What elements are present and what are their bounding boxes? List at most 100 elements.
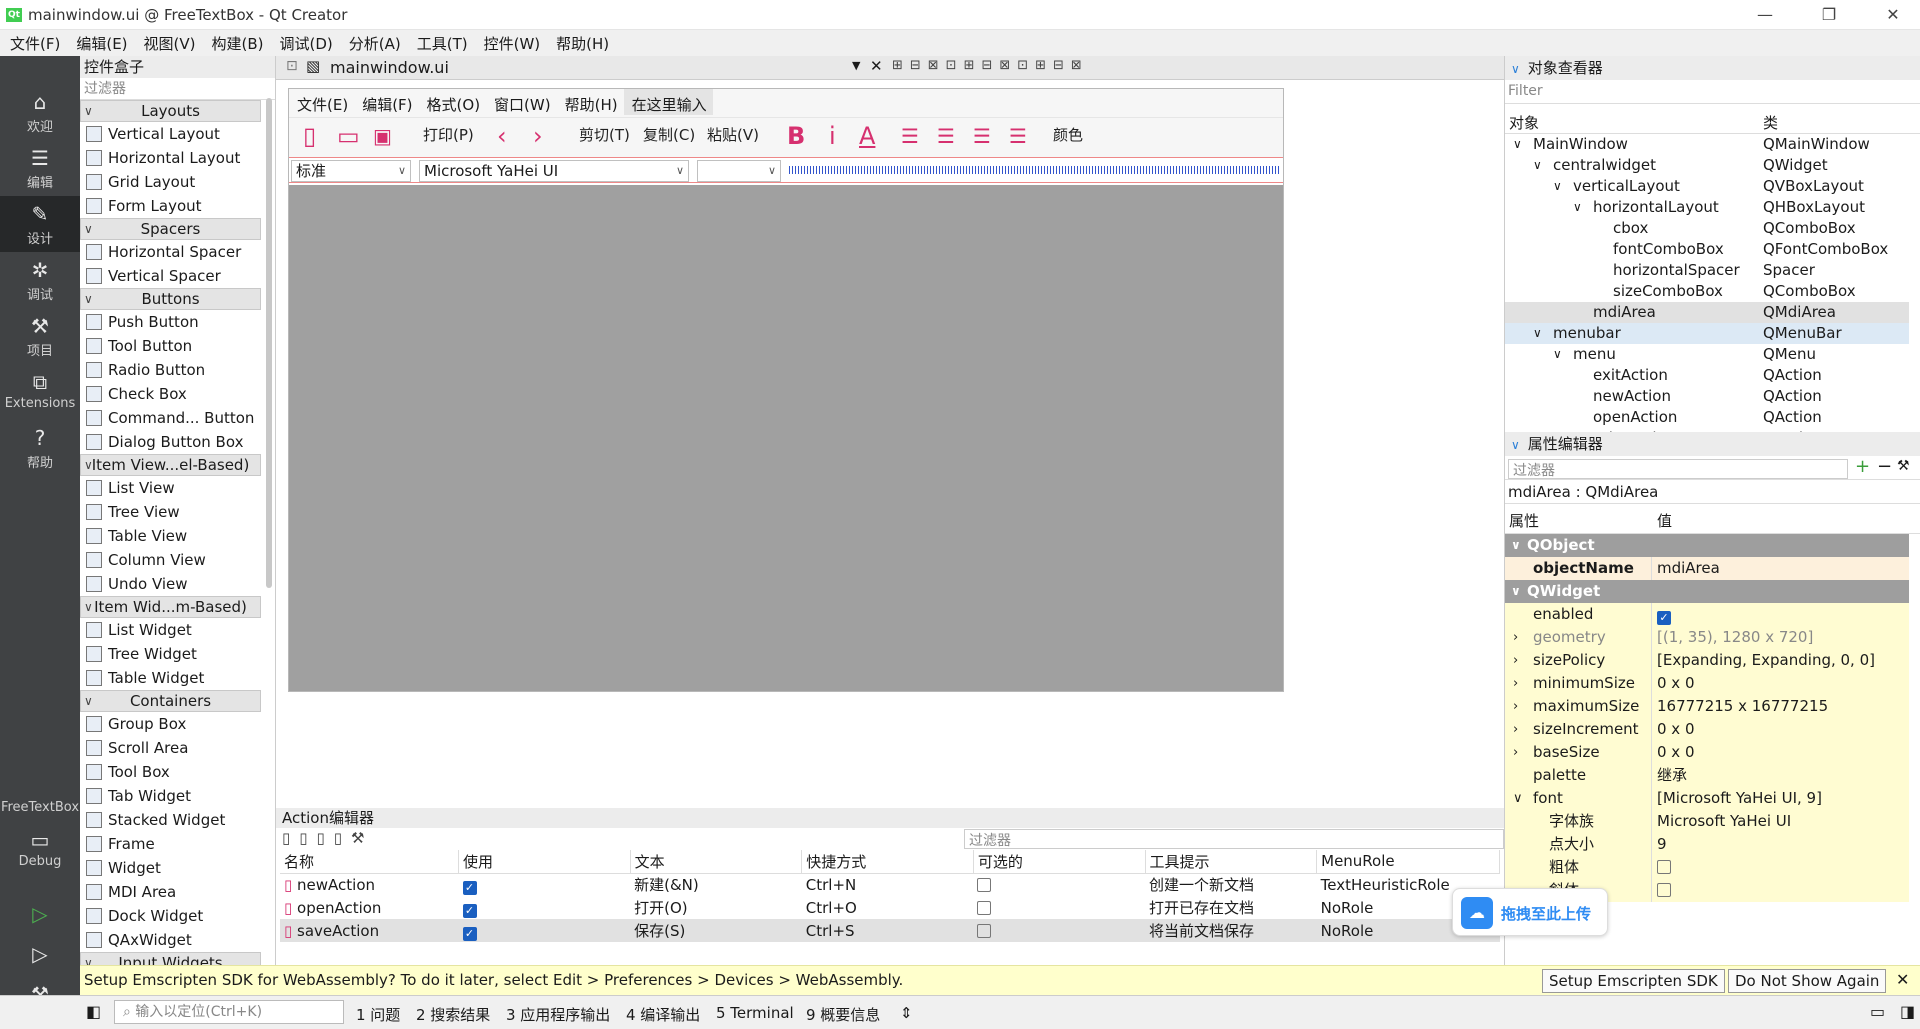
- property-row[interactable]: › sizePolicy [Expanding, Expanding, 0, 0]: [1505, 649, 1909, 672]
- widget-item[interactable]: Tool Button: [80, 334, 261, 358]
- widget-item[interactable]: Tool Box: [80, 760, 261, 784]
- upload-widget[interactable]: ☁ 拖拽至此上传: [1452, 888, 1608, 936]
- widget-item[interactable]: List Widget: [80, 618, 261, 642]
- tab-app-output[interactable]: 3 应用程序输出: [506, 1004, 610, 1025]
- widget-category[interactable]: ∨ Containers: [80, 690, 261, 712]
- widget-item[interactable]: Vertical Spacer: [80, 264, 261, 288]
- widget-item[interactable]: Tree Widget: [80, 642, 261, 666]
- widget-item[interactable]: Stacked Widget: [80, 808, 261, 832]
- minimize-button[interactable]: —: [1742, 0, 1788, 30]
- expand-arrow-icon[interactable]: ∨: [1573, 197, 1582, 218]
- property-row[interactable]: › sizeIncrement 0 x 0: [1505, 718, 1909, 741]
- do-not-show-button[interactable]: Do Not Show Again: [1728, 969, 1887, 993]
- align-center-icon[interactable]: ☰: [937, 122, 955, 150]
- widget-item[interactable]: Frame: [80, 832, 261, 856]
- mode-debug[interactable]: ✲ 调试: [0, 252, 80, 308]
- property-row[interactable]: 字体族 Microsoft YaHei UI: [1505, 810, 1909, 833]
- form-menu-help[interactable]: 帮助(H): [557, 89, 624, 115]
- widget-item[interactable]: List View: [80, 476, 261, 500]
- property-checkbox[interactable]: [1657, 883, 1671, 897]
- open-folder-icon[interactable]: ▭: [337, 122, 360, 150]
- widget-category[interactable]: ∨ Item Wid...m-Based): [80, 596, 261, 618]
- tab-search-results[interactable]: 2 搜索结果: [416, 1004, 490, 1025]
- object-tree-row[interactable]: cbox QComboBox: [1505, 218, 1909, 239]
- chevron-right-icon[interactable]: ›: [1513, 626, 1518, 649]
- widget-item[interactable]: QAxWidget: [80, 928, 261, 952]
- property-row[interactable]: objectName mdiArea: [1505, 557, 1909, 580]
- collapse-icon[interactable]: ∨: [1511, 62, 1520, 76]
- property-value[interactable]: mdiArea: [1657, 557, 1720, 580]
- widget-item[interactable]: Table Widget: [80, 666, 261, 690]
- widget-item[interactable]: MDI Area: [80, 880, 261, 904]
- property-checkbox[interactable]: [1657, 860, 1671, 874]
- action-column-header[interactable]: 快捷方式: [801, 850, 974, 874]
- menu-debug[interactable]: 调试(D): [270, 30, 339, 54]
- property-value[interactable]: 0 x 0: [1657, 741, 1695, 764]
- object-tree-row[interactable]: sizeComboBox QComboBox: [1505, 281, 1909, 302]
- chevron-down-icon[interactable]: ∨: [1511, 580, 1521, 603]
- property-filter-input[interactable]: 过滤器: [1508, 459, 1848, 479]
- property-value[interactable]: [Microsoft YaHei UI, 9]: [1657, 787, 1822, 810]
- mode-extensions[interactable]: ⧉ Extensions: [0, 364, 80, 420]
- widget-category[interactable]: ∨ Spacers: [80, 218, 261, 240]
- property-row[interactable]: ∨ QWidget: [1505, 580, 1909, 603]
- property-value[interactable]: [(1, 35), 1280 x 720]: [1657, 626, 1813, 649]
- chevron-right-icon[interactable]: ›: [1513, 741, 1518, 764]
- right-sidebar-toggle-icon[interactable]: ◨: [1900, 1002, 1915, 1021]
- used-checkbox[interactable]: ✓: [462, 926, 477, 941]
- property-row[interactable]: ∨ font [Microsoft YaHei UI, 9]: [1505, 787, 1909, 810]
- cut-button[interactable]: 剪切(T): [579, 124, 630, 145]
- form-menu-edit[interactable]: 编辑(F): [354, 89, 418, 115]
- property-row[interactable]: › geometry [(1, 35), 1280 x 720]: [1505, 626, 1909, 649]
- widget-category[interactable]: ∨ Buttons: [80, 288, 261, 310]
- mode-design[interactable]: ✎ 设计: [0, 196, 80, 252]
- expand-arrow-icon[interactable]: ∨: [1533, 155, 1542, 176]
- widget-item[interactable]: Grid Layout: [80, 170, 261, 194]
- widget-category[interactable]: ∨ Layouts: [80, 100, 261, 122]
- widget-item[interactable]: Vertical Layout: [80, 122, 261, 146]
- form-menu-window[interactable]: 窗口(W): [486, 89, 557, 115]
- output-toggle-icon[interactable]: ▭: [1870, 1002, 1885, 1021]
- property-value[interactable]: Microsoft YaHei UI: [1657, 810, 1791, 833]
- close-button[interactable]: ✕: [1870, 0, 1916, 30]
- property-value[interactable]: 继承: [1657, 764, 1687, 787]
- widget-item[interactable]: Column View: [80, 548, 261, 572]
- kit-selector[interactable]: ▭ Debug: [0, 822, 80, 878]
- widget-item[interactable]: Horizontal Spacer: [80, 240, 261, 264]
- property-row[interactable]: enabled ✓: [1505, 603, 1909, 626]
- bold-button[interactable]: B: [787, 122, 805, 150]
- mode-projects[interactable]: ⚒ 项目: [0, 308, 80, 364]
- object-filter-input[interactable]: Filter: [1505, 80, 1920, 104]
- mode-help[interactable]: ? 帮助: [0, 420, 80, 476]
- action-column-header[interactable]: 名称: [280, 850, 459, 874]
- chevron-down-icon[interactable]: ∨: [1513, 787, 1523, 810]
- action-used[interactable]: ✓: [459, 919, 631, 942]
- close-icon[interactable]: ✕: [1896, 970, 1909, 989]
- widget-item[interactable]: Check Box: [80, 382, 261, 406]
- widget-item[interactable]: Scroll Area: [80, 736, 261, 760]
- action-checkable[interactable]: [973, 919, 1145, 942]
- object-tree-row[interactable]: ∨ horizontalLayout QHBoxLayout: [1505, 197, 1909, 218]
- italic-button[interactable]: i: [829, 122, 836, 150]
- action-tools-icon[interactable]: ▯▯▯▯⚒: [282, 829, 373, 847]
- menu-file[interactable]: 文件(F): [0, 30, 66, 54]
- new-file-icon[interactable]: ▯: [303, 122, 316, 150]
- widget-item[interactable]: Push Button: [80, 310, 261, 334]
- action-checkable[interactable]: [973, 896, 1145, 919]
- mdi-area[interactable]: [289, 185, 1283, 691]
- font-combobox[interactable]: Microsoft YaHei UI ∨: [419, 160, 689, 182]
- sidebar-toggle-icon[interactable]: ◧: [86, 1002, 101, 1021]
- locator-input[interactable]: ⌕ 输入以定位(Ctrl+K): [114, 1000, 344, 1024]
- size-combobox[interactable]: ∨: [697, 160, 781, 182]
- object-tree-row[interactable]: ∨ menu QMenu: [1505, 344, 1909, 365]
- copy-button[interactable]: 复制(C): [643, 124, 695, 145]
- object-tree-row[interactable]: ∨ verticalLayout QVBoxLayout: [1505, 176, 1909, 197]
- chevron-right-icon[interactable]: ›: [1513, 649, 1518, 672]
- widget-item[interactable]: Dock Widget: [80, 904, 261, 928]
- checkable-checkbox[interactable]: [977, 923, 992, 938]
- debug-run-button[interactable]: ▷: [0, 936, 80, 976]
- chevron-right-icon[interactable]: ›: [1513, 718, 1518, 741]
- used-checkbox[interactable]: ✓: [462, 903, 477, 918]
- menu-view[interactable]: 视图(V): [134, 30, 202, 54]
- add-property-icon[interactable]: +: [1855, 456, 1870, 477]
